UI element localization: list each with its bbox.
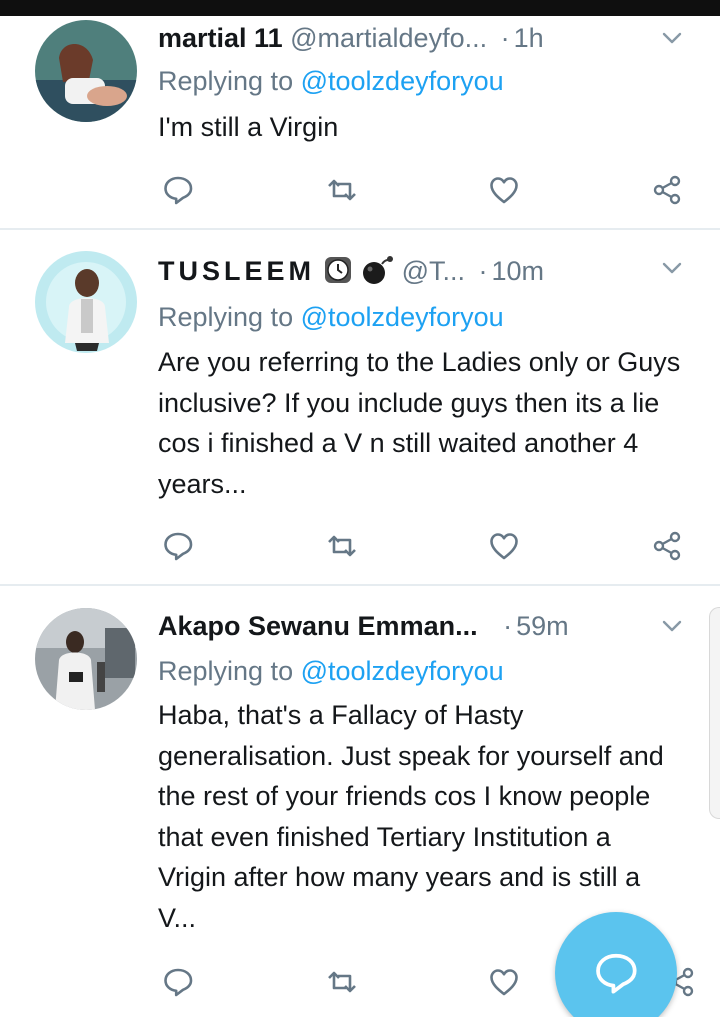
tweet-text: Haba, that's a Fallacy of Hasty generali… [158,700,664,933]
separator: · [478,256,488,286]
retweet-button[interactable] [322,526,362,566]
twitter-replies-screen: martial 11 @martialdeyfo... · 1h Replying… [0,0,720,1017]
user-handle[interactable]: @T... [402,256,465,286]
reply-button[interactable] [158,170,198,210]
clock-emoji-icon [324,257,351,283]
tweet-actions [0,526,720,566]
replying-to: Replying to @toolzdeyforyou [158,62,504,100]
display-name[interactable]: TUSLEEM [158,256,315,286]
replying-to-handle[interactable]: @toolzdeyforyou [301,656,504,686]
avatar[interactable] [35,20,137,122]
compose-reply-icon [596,953,637,994]
like-icon [488,174,520,206]
reply-icon [162,174,194,206]
tweet-actions [0,170,720,210]
retweet-icon [326,966,358,998]
separator: · [500,23,510,53]
display-name[interactable]: martial 11 [158,23,283,53]
reply-icon [162,530,194,562]
bomb-emoji-icon [363,256,394,284]
replying-to-label: Replying to [158,66,294,96]
chevron-down-icon[interactable] [660,26,684,50]
retweet-icon [326,530,358,562]
avatar[interactable] [35,251,137,353]
timestamp[interactable]: 1h [514,23,544,53]
like-button[interactable] [484,170,524,210]
retweet-icon [326,174,358,206]
replying-to-label: Replying to [158,656,294,686]
chevron-down-icon[interactable] [660,614,684,638]
like-icon [488,966,520,998]
share-button[interactable] [647,170,687,210]
tweet-text: I'm still a Virgin [158,112,339,142]
like-button[interactable] [484,526,524,566]
reply-button[interactable] [158,526,198,566]
share-icon [651,530,683,562]
avatar[interactable] [35,608,137,710]
avatar-image [35,608,137,710]
replying-to-handle[interactable]: @toolzdeyforyou [301,66,504,96]
replying-to-handle[interactable]: @toolzdeyforyou [301,302,504,332]
tweet-header: TUSLEEM @T... · 10m [158,251,680,291]
replying-to: Replying to @toolzdeyforyou [158,298,504,336]
retweet-button[interactable] [322,962,362,1002]
tweet-header: martial 11 @martialdeyfo... · 1h [158,18,680,58]
timestamp[interactable]: 59m [516,611,569,641]
user-handle[interactable]: @martialdeyfo... [290,23,487,53]
status-bar [0,0,720,16]
like-button[interactable] [484,962,524,1002]
retweet-button[interactable] [322,170,362,210]
display-name[interactable]: Akapo Sewanu Emman... [158,611,478,641]
replying-to-label: Replying to [158,302,294,332]
like-icon [488,530,520,562]
share-icon [651,174,683,206]
share-button[interactable] [647,526,687,566]
reply-button[interactable] [158,962,198,1002]
tweet-text: Are you referring to the Ladies only or … [158,347,681,499]
reply-icon [162,966,194,998]
tweet-header: Akapo Sewanu Emman... · 59m [158,606,680,646]
replying-to: Replying to @toolzdeyforyou [158,652,504,690]
separator: · [503,611,513,641]
chevron-down-icon[interactable] [660,256,684,280]
avatar-image [35,20,137,122]
scroll-indicator[interactable] [709,607,720,819]
timestamp[interactable]: 10m [492,256,545,286]
tweet[interactable]: TUSLEEM @T... · 10m Replying to @toolzdey… [0,230,720,586]
avatar-image [35,251,137,353]
tweet[interactable]: martial 11 @martialdeyfo... · 1h Replying… [0,16,720,230]
